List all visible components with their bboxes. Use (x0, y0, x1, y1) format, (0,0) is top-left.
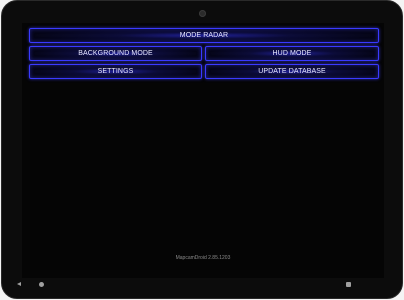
system-navigation-bar (2, 278, 402, 298)
home-icon[interactable] (39, 282, 44, 287)
tablet-frame: MODE RADAR BACKGROUND MODE HUD MODE SETT… (1, 0, 403, 299)
update-database-button[interactable]: UPDATE DATABASE (205, 64, 379, 79)
hud-mode-button[interactable]: HUD MODE (205, 46, 379, 61)
recent-apps-icon[interactable] (346, 282, 351, 287)
back-icon[interactable] (17, 282, 21, 286)
app-screen: MODE RADAR BACKGROUND MODE HUD MODE SETT… (22, 23, 384, 278)
app-version-label: MapcamDroid 2.85.1203 (175, 255, 231, 261)
front-camera (199, 10, 206, 17)
mode-radar-button[interactable]: MODE RADAR (29, 28, 379, 43)
settings-button[interactable]: SETTINGS (29, 64, 202, 79)
background-mode-button[interactable]: BACKGROUND MODE (29, 46, 202, 61)
